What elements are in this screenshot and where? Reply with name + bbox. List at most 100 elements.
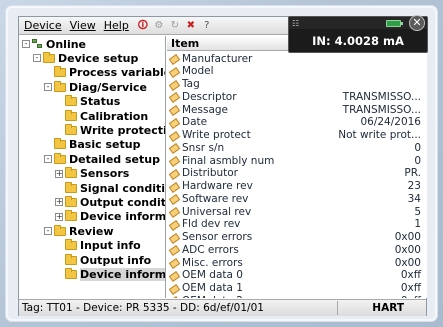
parameter-icon: [170, 220, 179, 229]
folder-icon: [54, 224, 66, 236]
parameter-icon: [170, 182, 179, 191]
menu-device[interactable]: Device: [19, 19, 66, 32]
tree-item[interactable]: + Output condition: [55, 195, 165, 209]
expand-icon[interactable]: +: [55, 212, 63, 221]
tree-item-label: Device setup: [58, 51, 139, 65]
current-reading: IN: 4.0028 mA: [312, 34, 404, 48]
tree-item[interactable]: Status: [55, 95, 120, 109]
parameter-value: 1: [414, 218, 421, 231]
parameter-icon: [170, 92, 179, 101]
table-row[interactable]: Fld dev rev 1: [167, 218, 427, 231]
table-row[interactable]: Descriptor TRANSMISSO...: [167, 90, 427, 103]
parameter-name: Model: [182, 65, 214, 78]
parameter-name: Software rev: [182, 192, 249, 205]
parameter-name: Sensor errors: [182, 231, 253, 243]
parameter-name: ADC errors: [182, 243, 239, 256]
table-row[interactable]: Manufacturer: [167, 52, 427, 65]
tree-item[interactable]: - Online: [22, 37, 86, 51]
parameter-icon: [170, 258, 179, 267]
table-row[interactable]: Message TRANSMISSO...: [167, 103, 427, 116]
exit-tool-icon[interactable]: ✖: [185, 20, 197, 32]
question-tool-icon[interactable]: ?: [201, 20, 213, 32]
menu-help[interactable]: Help: [100, 19, 133, 32]
tree-item[interactable]: Basic setup: [44, 138, 140, 152]
tree-item[interactable]: Output info: [55, 253, 151, 267]
tree-item-label: Basic setup: [69, 138, 141, 152]
table-row[interactable]: Distributor PR.: [167, 167, 427, 180]
status-text: Tag: TT01 - Device: PR 5335 - DD: 6d/ef/…: [22, 302, 264, 314]
table-row[interactable]: Model: [167, 65, 427, 78]
tree-item[interactable]: - Detailed setup: [44, 152, 160, 166]
parameter-name: Manufacturer: [182, 52, 253, 65]
close-icon[interactable]: ✕: [409, 15, 425, 31]
folder-icon: [43, 51, 55, 63]
tree-item[interactable]: Process variables: [44, 66, 165, 80]
tree-item[interactable]: - Device setup: [33, 51, 138, 65]
collapse-icon[interactable]: -: [44, 83, 52, 92]
grid-icon: ☷: [292, 19, 300, 28]
expand-icon[interactable]: +: [55, 169, 63, 178]
table-row[interactable]: Final asmbly num 0: [167, 154, 427, 167]
help-tool-icon[interactable]: 🛈: [137, 20, 149, 32]
folder-icon: [65, 109, 77, 121]
menu-view[interactable]: View: [66, 19, 100, 32]
table-row[interactable]: Hardware rev 23: [167, 180, 427, 193]
tree-item[interactable]: Signal condition: [55, 181, 165, 195]
parameter-icon: [170, 271, 179, 280]
tree-item[interactable]: - Diag/Service: [44, 80, 147, 94]
parameter-value: PR.: [404, 167, 421, 180]
table-row[interactable]: Software rev 34: [167, 192, 427, 205]
status-divider: [337, 301, 338, 315]
parameter-value: 34: [407, 192, 421, 205]
parameter-icon: [170, 296, 179, 298]
status-bar: Tag: TT01 - Device: PR 5335 - DD: 6d/ef/…: [19, 299, 426, 316]
collapse-icon[interactable]: -: [44, 227, 52, 236]
parameter-name: Date: [182, 116, 208, 129]
tree-item[interactable]: Device information: [55, 267, 165, 281]
parameter-value: Not write prot...: [338, 129, 421, 141]
collapse-icon[interactable]: -: [22, 40, 30, 48]
table-row[interactable]: Misc. errors 0x00: [167, 256, 427, 269]
table-row[interactable]: OEM data 0 0xff: [167, 269, 427, 282]
table-row[interactable]: Tag: [167, 78, 427, 91]
table-row[interactable]: Write protect Not write prot...: [167, 129, 427, 142]
tree-item[interactable]: - Review: [44, 224, 114, 238]
tree-item-label: Write protection: [80, 123, 165, 137]
tree-item[interactable]: + Device information: [55, 210, 165, 224]
parameter-value: 23: [407, 180, 421, 192]
parameter-icon: [170, 131, 179, 140]
tree-item-label: Diag/Service: [69, 80, 147, 94]
table-row[interactable]: Date 06/24/2016: [167, 116, 427, 129]
table-row[interactable]: OEM data 1 0xff: [167, 282, 427, 295]
expand-icon[interactable]: +: [55, 198, 63, 207]
parameter-icon: [170, 284, 179, 293]
battery-icon: [386, 20, 403, 27]
parameter-name: Snsr s/n: [182, 141, 225, 154]
tree-item-label: Output info: [80, 253, 152, 267]
folder-icon: [54, 66, 66, 78]
tree-item[interactable]: Write protection: [55, 123, 165, 137]
tree-item-label: Device information: [80, 267, 165, 281]
parameter-value: 0: [414, 141, 421, 154]
tree-item[interactable]: Calibration: [55, 109, 148, 123]
table-row[interactable]: ADC errors 0x00: [167, 243, 427, 256]
tree-item[interactable]: + Sensors: [55, 167, 129, 181]
table-row[interactable]: Universal rev 5: [167, 205, 427, 218]
collapse-icon[interactable]: -: [33, 54, 41, 63]
parameter-icon: [170, 156, 179, 165]
protocol-label: HART: [372, 302, 404, 314]
table-row[interactable]: OEM data 2 0xff: [167, 294, 427, 298]
folder-icon: [65, 167, 77, 179]
tree-item[interactable]: Input info: [55, 239, 141, 253]
folder-icon: [54, 152, 66, 164]
collapse-icon[interactable]: -: [44, 155, 52, 164]
parameter-value: 0x00: [394, 231, 421, 243]
table-row[interactable]: Snsr s/n 0: [167, 141, 427, 154]
table-row[interactable]: Sensor errors 0x00: [167, 231, 427, 244]
parameter-name: Misc. errors: [182, 256, 243, 269]
parameter-value: 0x00: [394, 243, 421, 256]
tree-item-label: Input info: [80, 239, 141, 253]
parameter-name: OEM data 1: [182, 282, 243, 294]
parameter-icon: [170, 194, 179, 203]
parameter-name: Tag: [182, 78, 200, 90]
